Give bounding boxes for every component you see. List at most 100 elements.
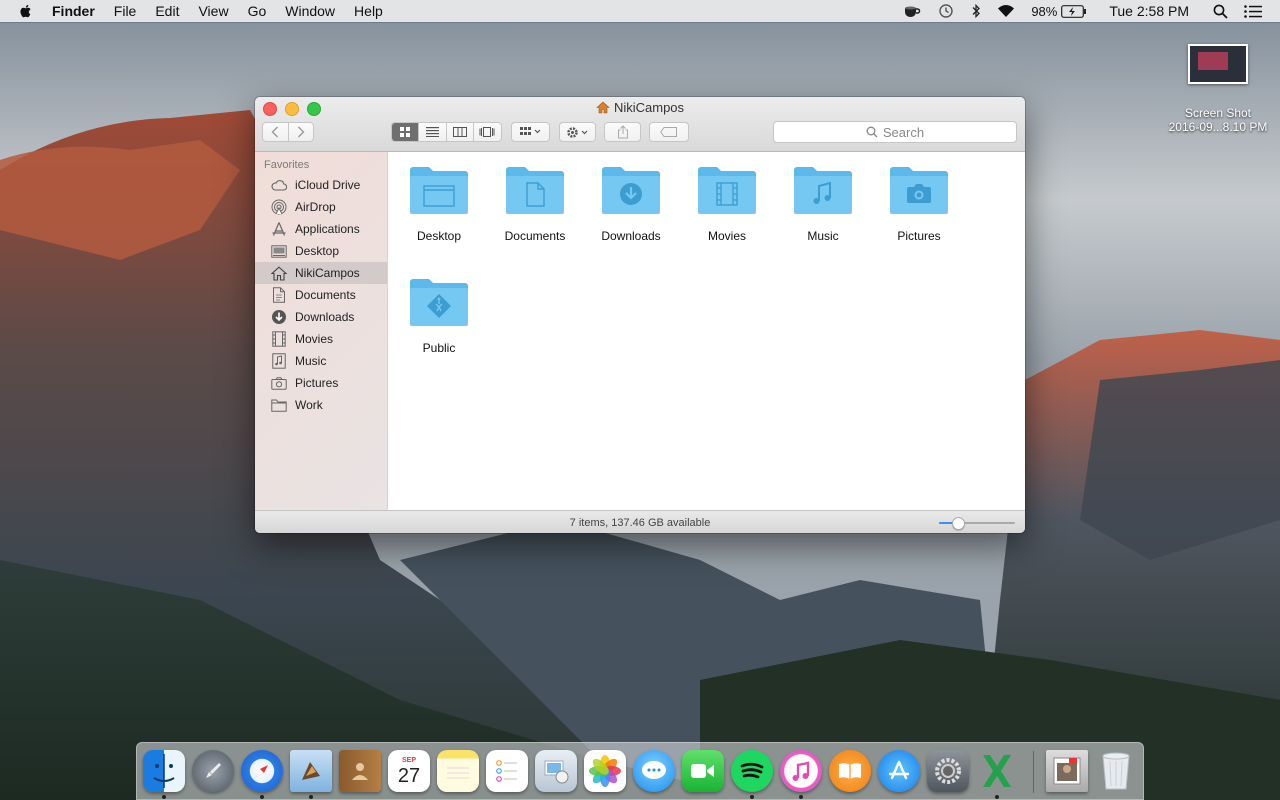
cover-flow-button[interactable]: [474, 123, 501, 141]
battery-percentage: 98%: [1031, 3, 1058, 19]
dock-notes-icon[interactable]: [437, 750, 479, 792]
wifi-icon[interactable]: [997, 4, 1015, 18]
time-machine-icon[interactable]: [937, 3, 955, 19]
window-toolbar[interactable]: NikiCampos Search: [255, 97, 1025, 152]
battery-icon: [1061, 4, 1087, 18]
dock-finder-icon[interactable]: [143, 750, 185, 792]
folder-label: Pictures: [897, 229, 941, 243]
view-mode-control: [391, 122, 502, 142]
desktop-folder-icon: [410, 167, 468, 214]
arrange-button[interactable]: [511, 122, 550, 142]
home-icon: [596, 101, 610, 114]
dock-spotify-icon[interactable]: [731, 750, 773, 792]
dock-screen-shot-icon[interactable]: [1046, 750, 1088, 792]
search-placeholder: Search: [882, 124, 925, 140]
search-icon: [866, 126, 878, 138]
sidebar-item-movies[interactable]: Movies: [255, 328, 387, 350]
folder-label: Downloads: [601, 229, 661, 243]
menu-help[interactable]: Help: [354, 3, 383, 19]
search-field[interactable]: Search: [773, 121, 1017, 143]
forward-button[interactable]: [289, 123, 314, 141]
folder-item-music[interactable]: Music: [775, 164, 871, 243]
folder-label: Desktop: [416, 229, 462, 243]
public-folder-icon: [410, 279, 468, 326]
tags-button[interactable]: [649, 122, 689, 142]
sidebar-item-music[interactable]: Music: [255, 350, 387, 372]
icon-size-slider[interactable]: [939, 517, 1015, 530]
cover-flow-icon: [479, 127, 495, 137]
sidebar-item-nikicampos[interactable]: NikiCampos: [255, 262, 387, 284]
dock-safari-icon[interactable]: [241, 750, 283, 792]
sidebar-item-airdrop[interactable]: AirDrop: [255, 196, 387, 218]
icon-size-slider-knob[interactable]: [952, 517, 965, 530]
folder-item-documents[interactable]: Documents: [487, 164, 583, 243]
menu-bar: Finder File Edit View Go Window Help 98%…: [0, 0, 1280, 22]
dock-launchpad-icon[interactable]: [192, 750, 234, 792]
dock-ibooks-icon[interactable]: [829, 750, 871, 792]
battery-status[interactable]: 98%: [1031, 4, 1087, 19]
column-view-button[interactable]: [447, 123, 474, 141]
dock-calendar-icon[interactable]: SEP 27: [388, 750, 430, 792]
columns-icon: [452, 127, 467, 137]
desktop-screenshot-file[interactable]: Screen Shot 2016-09...8.10 PM: [1168, 44, 1268, 134]
airdrop-icon: [271, 199, 287, 215]
dock-separator: [1033, 751, 1034, 793]
dock-itunes-icon[interactable]: [780, 750, 822, 792]
menu-view[interactable]: View: [198, 3, 228, 19]
sidebar-item-label: Downloads: [295, 310, 355, 324]
documents-folder-icon: [506, 167, 564, 214]
dock-preview-icon[interactable]: [535, 750, 577, 792]
running-indicator: [750, 795, 754, 799]
pictures-folder-icon: [890, 167, 948, 214]
sidebar-item-icloud-drive[interactable]: iCloud Drive: [255, 174, 387, 196]
menu-window[interactable]: Window: [285, 3, 335, 19]
dock-excel-icon[interactable]: [976, 750, 1018, 792]
folder-item-downloads[interactable]: Downloads: [583, 164, 679, 243]
folder-item-pictures[interactable]: Pictures: [871, 164, 967, 243]
share-icon: [617, 125, 628, 139]
folder-label: Music: [807, 229, 839, 243]
action-button[interactable]: [559, 122, 596, 142]
folder-content-area[interactable]: Desktop Documents Downloads Movies Music…: [388, 152, 1025, 510]
sidebar-item-downloads[interactable]: Downloads: [255, 306, 387, 328]
dock-mail-icon[interactable]: [290, 750, 332, 792]
dock-photos-icon[interactable]: [584, 750, 626, 792]
sidebar-item-applications[interactable]: Applications: [255, 218, 387, 240]
dock-app-store-icon[interactable]: [878, 750, 920, 792]
menu-app-name[interactable]: Finder: [52, 3, 95, 19]
sidebar-item-documents[interactable]: Documents: [255, 284, 387, 306]
dock-messages-icon[interactable]: [633, 750, 675, 792]
document-icon: [271, 287, 287, 303]
sidebar-item-pictures[interactable]: Pictures: [255, 372, 387, 394]
apple-menu-icon[interactable]: [18, 3, 34, 19]
notification-center-icon[interactable]: [1244, 4, 1262, 18]
menu-edit[interactable]: Edit: [155, 3, 179, 19]
spotlight-search-icon[interactable]: [1213, 4, 1228, 19]
menu-go[interactable]: Go: [248, 3, 267, 19]
folder-item-movies[interactable]: Movies: [679, 164, 775, 243]
sidebar-item-label: Pictures: [295, 376, 339, 390]
list-view-button[interactable]: [419, 123, 447, 141]
sidebar-item-desktop[interactable]: Desktop: [255, 240, 387, 262]
dock-contacts-icon[interactable]: [339, 750, 381, 792]
sidebar-item-work[interactable]: Work: [255, 394, 387, 416]
share-button[interactable]: [604, 122, 641, 142]
bluetooth-icon[interactable]: [971, 3, 981, 19]
home-icon: [271, 265, 287, 281]
menu-file[interactable]: File: [114, 3, 137, 19]
back-button[interactable]: [263, 123, 289, 141]
icon-view-button[interactable]: [392, 123, 420, 141]
folder-item-desktop[interactable]: Desktop: [391, 164, 487, 243]
coffee-cup-icon[interactable]: [903, 4, 921, 18]
applications-icon: [271, 221, 287, 237]
dock-trash-icon[interactable]: [1095, 750, 1137, 792]
clock[interactable]: Tue 2:58 PM: [1109, 3, 1189, 19]
folder-item-public[interactable]: Public: [391, 276, 487, 355]
folder-label: Documents: [504, 229, 566, 243]
dock-facetime-icon[interactable]: [682, 750, 724, 792]
dock-system-preferences-icon[interactable]: [927, 750, 969, 792]
tag-icon: [660, 127, 677, 137]
sidebar-item-label: iCloud Drive: [295, 178, 361, 192]
dock-reminders-icon[interactable]: [486, 750, 528, 792]
download-icon: [271, 309, 287, 325]
